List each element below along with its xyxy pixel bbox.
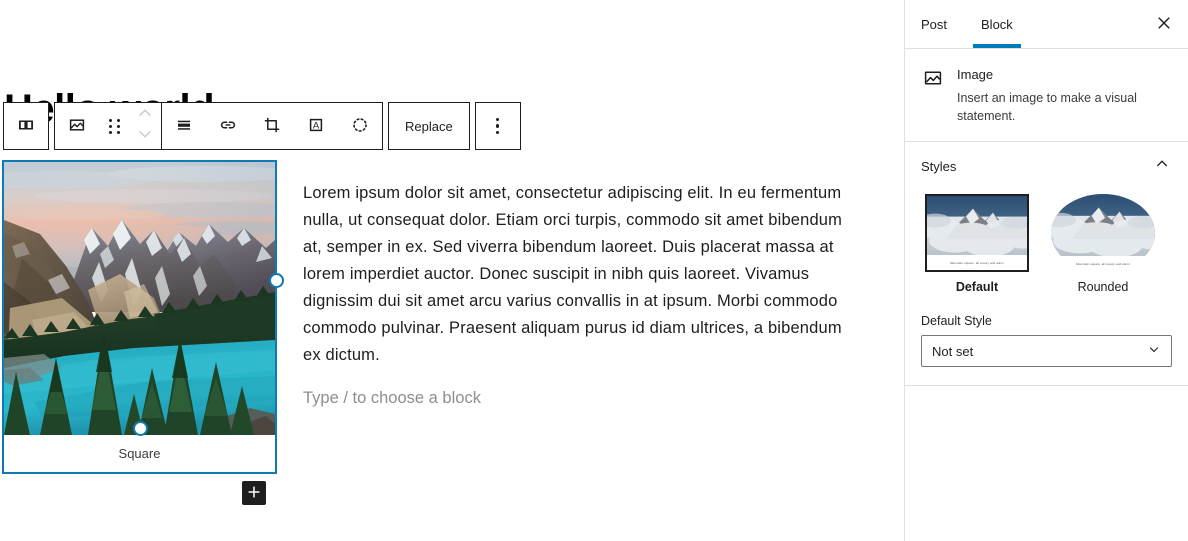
chevron-down-icon[interactable] <box>134 126 156 147</box>
align-none-icon <box>172 113 196 140</box>
block-toolbar: A Replace <box>3 102 521 150</box>
image-icon <box>921 66 945 90</box>
block-type-group <box>3 102 49 150</box>
style-thumbnail-caption: Mountain square, all snowy and warm <box>950 260 1004 265</box>
block-columns-icon <box>14 113 38 140</box>
add-text-over-image-icon: A <box>304 113 328 140</box>
tab-post[interactable]: Post <box>921 0 965 48</box>
text-over-image-button[interactable]: A <box>294 103 338 149</box>
block-card-text: Image Insert an image to make a visual s… <box>957 65 1157 125</box>
styles-panel-body: Mountain square, all snowy and warm Defa… <box>905 190 1188 385</box>
link-button[interactable] <box>206 103 250 149</box>
close-sidebar-button[interactable] <box>1148 8 1180 40</box>
style-option-label-default: Default <box>955 280 999 294</box>
crop-button[interactable] <box>250 103 294 149</box>
style-option-default[interactable]: Mountain square, all snowy and warm Defa… <box>925 194 1029 294</box>
plus-icon <box>245 483 263 504</box>
style-thumbnail-caption: Mountain square, all snowy and warm <box>1076 262 1130 267</box>
drag-handle-button[interactable] <box>99 103 129 149</box>
duotone-filter-icon <box>348 113 372 140</box>
style-option-rounded[interactable]: Mountain square, all snowy and warm Roun… <box>1051 194 1155 294</box>
kebab-menu-icon <box>495 117 500 135</box>
drag-handle-icon <box>108 118 120 134</box>
styles-panel-title: Styles <box>921 158 957 174</box>
styles-panel-header[interactable]: Styles <box>905 142 1188 190</box>
link-icon <box>216 113 240 140</box>
chevron-up-icon[interactable] <box>1152 154 1172 179</box>
close-icon <box>1154 13 1174 36</box>
moraine-lake-photo <box>4 162 275 435</box>
align-button[interactable] <box>162 103 206 149</box>
block-tools-group: A <box>54 102 383 150</box>
style-option-label-rounded: Rounded <box>1077 280 1129 294</box>
style-thumbnail-caption-bar: Mountain square, all snowy and warm <box>1051 256 1155 272</box>
more-options-group <box>474 102 521 150</box>
block-type-button[interactable] <box>4 103 48 149</box>
block-card: Image Insert an image to make a visual s… <box>905 49 1188 142</box>
mountain-clouds-thumbnail-rounded <box>1051 194 1155 257</box>
default-style-value: Not set <box>932 343 974 359</box>
add-block-button[interactable] <box>242 481 266 505</box>
svg-text:A: A <box>313 120 320 131</box>
paragraph-block[interactable]: Lorem ipsum dolor sit amet, consectetur … <box>303 180 843 369</box>
style-thumbnail-caption-bar: Mountain square, all snowy and warm <box>927 255 1027 270</box>
chevron-up-icon[interactable] <box>134 105 156 126</box>
image-figure <box>4 162 275 435</box>
default-style-label: Default Style <box>921 314 992 328</box>
image-icon <box>65 113 89 140</box>
crop-icon <box>260 113 284 140</box>
replace-group: Replace <box>388 102 470 150</box>
block-settings-sidebar: Post Block Image Insert an image to make… <box>904 0 1188 541</box>
duotone-button[interactable] <box>338 103 382 149</box>
default-style-field: Default Style Not set <box>921 314 1172 367</box>
style-thumbnail-rounded[interactable]: Mountain square, all snowy and warm <box>1051 194 1155 272</box>
resize-handle-bottom[interactable] <box>132 421 148 436</box>
block-card-title: Image <box>957 67 994 82</box>
image-caption[interactable]: Square <box>4 435 275 472</box>
empty-paragraph-placeholder[interactable]: Type / to choose a block <box>303 385 843 412</box>
image-block[interactable]: Square <box>2 160 284 474</box>
default-style-select[interactable]: Not set <box>921 335 1172 367</box>
mountain-clouds-thumbnail <box>927 196 1027 256</box>
tab-block[interactable]: Block <box>965 0 1029 48</box>
sidebar-tab-bar: Post Block <box>905 0 1188 49</box>
style-thumbnail-default[interactable]: Mountain square, all snowy and warm <box>925 194 1029 272</box>
styles-panel: Styles Mountain square, all snowy and wa… <box>905 142 1188 386</box>
block-movers[interactable] <box>129 103 161 149</box>
editor-canvas: Hello world <box>0 0 904 541</box>
style-preview-list: Mountain square, all snowy and warm Defa… <box>921 190 1172 300</box>
chevron-down-icon <box>1146 342 1162 361</box>
block-options-button[interactable] <box>476 103 520 149</box>
replace-button[interactable]: Replace <box>389 103 469 149</box>
block-card-description: Insert an image to make a visual stateme… <box>957 91 1137 123</box>
image-block-icon-button[interactable] <box>55 103 99 149</box>
resize-handle-right[interactable] <box>269 273 284 288</box>
